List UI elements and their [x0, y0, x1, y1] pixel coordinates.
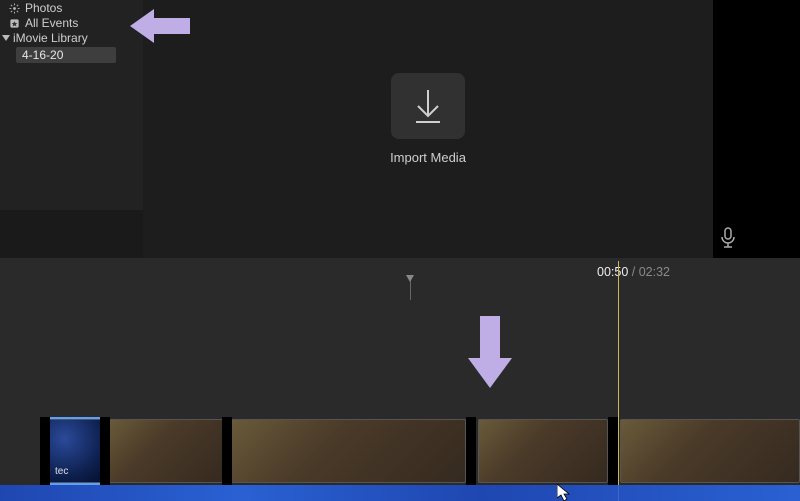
total-duration: 02:32	[639, 265, 670, 279]
sidebar-library-label: iMovie Library	[13, 31, 88, 45]
library-sidebar: Photos All Events iMovie Library 4-16-20	[0, 0, 143, 210]
import-media-button[interactable]	[391, 73, 465, 139]
timeline-area[interactable]: 00:50 / 02:32 tec	[0, 258, 800, 501]
download-arrow-icon	[411, 86, 445, 126]
mouse-cursor-icon	[557, 484, 571, 501]
sidebar-item-label: All Events	[25, 16, 78, 30]
time-separator: /	[628, 265, 638, 279]
clip-edge[interactable]	[222, 417, 232, 485]
sidebar-item-label: Photos	[25, 1, 62, 15]
clip[interactable]: tec	[48, 419, 102, 483]
skimmer-playhead[interactable]	[410, 280, 411, 300]
disclosure-triangle-icon	[2, 35, 10, 41]
time-display: 00:50 / 02:32	[597, 265, 670, 279]
sidebar-event-item[interactable]: 4-16-20	[16, 47, 116, 63]
clip-edge[interactable]	[608, 417, 618, 485]
current-time: 00:50	[597, 265, 628, 279]
annotation-arrow-down	[468, 316, 512, 388]
sidebar-item-photos[interactable]: Photos	[0, 1, 143, 15]
clip[interactable]	[620, 419, 800, 483]
events-icon	[8, 17, 20, 29]
microphone-icon	[719, 227, 737, 249]
top-area: Photos All Events iMovie Library 4-16-20	[0, 0, 800, 258]
sidebar-library-header[interactable]: iMovie Library	[0, 31, 143, 45]
clip[interactable]	[108, 419, 224, 483]
media-browser-pane[interactable]: Import Media	[143, 0, 713, 258]
imovie-app: Photos All Events iMovie Library 4-16-20	[0, 0, 800, 501]
clip-overlay-label: tec	[55, 466, 68, 477]
clip[interactable]	[478, 419, 608, 483]
audio-waveform	[0, 485, 800, 501]
sidebar-item-all-events[interactable]: All Events	[0, 16, 143, 30]
clip-edge[interactable]	[100, 417, 110, 485]
voiceover-button[interactable]	[716, 226, 740, 250]
event-label: 4-16-20	[22, 48, 63, 62]
clip-edge[interactable]	[40, 417, 50, 485]
import-media-label: Import Media	[390, 150, 466, 165]
clip[interactable]	[230, 419, 466, 483]
clip-edge[interactable]	[466, 417, 476, 485]
preview-pane	[713, 0, 800, 258]
video-track[interactable]: tec	[0, 413, 800, 501]
annotation-arrow-left	[130, 5, 190, 47]
photos-icon	[8, 2, 20, 14]
